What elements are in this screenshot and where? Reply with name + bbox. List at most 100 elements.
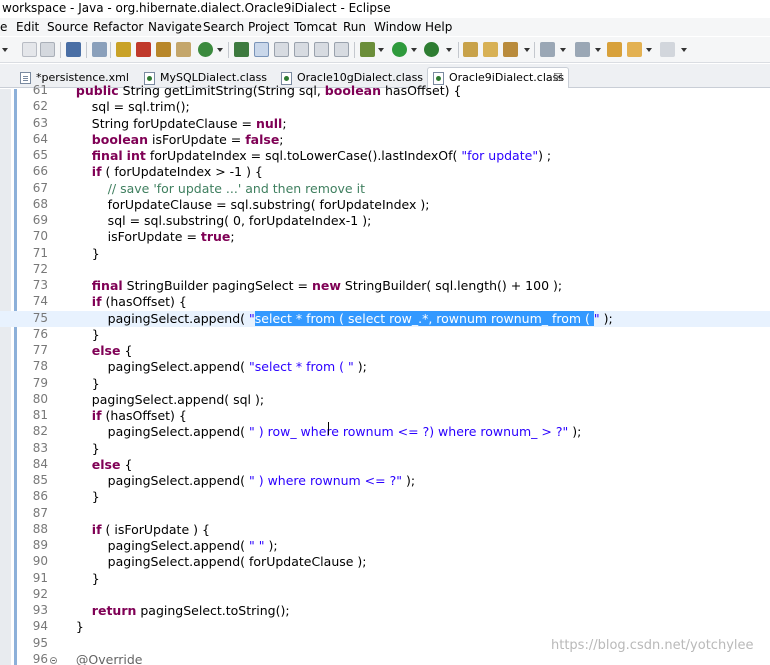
code-line-93[interactable]: 93 return pagingSelect.toString(); — [0, 603, 770, 619]
window-icon[interactable] — [274, 42, 289, 57]
code-line-86[interactable]: 86 } — [0, 489, 770, 505]
line-number: 82 — [32, 424, 48, 439]
open-type-icon[interactable] — [116, 42, 131, 57]
back-icon[interactable] — [627, 42, 642, 57]
code-line-62[interactable]: 62 sql = sql.trim(); — [0, 99, 770, 115]
open-folder-icon[interactable] — [483, 42, 498, 57]
chevron-down-icon[interactable] — [217, 48, 223, 52]
window-titlebar: workspace - Java - org.hibernate.dialect… — [0, 0, 770, 18]
code-line-71[interactable]: 71 } — [0, 246, 770, 262]
code-line-81[interactable]: 81 if (hasOffset) { — [0, 408, 770, 424]
package-icon[interactable] — [176, 42, 191, 57]
code-text: else { — [91, 343, 133, 358]
code-line-82[interactable]: 82 pagingSelect.append( " ) row_ where r… — [0, 424, 770, 440]
code-line-75[interactable]: 75 pagingSelect.append( "select * from (… — [0, 310, 770, 327]
coverage-icon[interactable] — [424, 42, 439, 57]
toolbar-separator — [534, 42, 535, 58]
edit-icon[interactable] — [254, 42, 269, 57]
server-icon[interactable] — [463, 42, 478, 57]
code-line-67[interactable]: 67 // save 'for update ...' and then rem… — [0, 181, 770, 197]
menu-refactor[interactable]: Refactor — [93, 20, 143, 34]
doc-icon[interactable] — [294, 42, 309, 57]
chevron-down-icon[interactable] — [646, 48, 652, 52]
last-edit-icon[interactable] — [607, 42, 622, 57]
page-icon[interactable] — [334, 42, 349, 57]
code-editor[interactable]: 61 public String getLimitString(String s… — [0, 83, 770, 665]
chevron-down-icon[interactable] — [524, 48, 530, 52]
code-text: if ( forUpdateIndex > -1 ) { — [91, 164, 263, 180]
line-number: 93 — [32, 603, 48, 617]
code-line-85[interactable]: 85 pagingSelect.append( " ) where rownum… — [0, 473, 770, 489]
new-icon[interactable] — [22, 42, 37, 57]
code-text: pagingSelect.append( " ) row_ where rown… — [60, 424, 582, 440]
code-line-63[interactable]: 63 String forUpdateClause = null; — [0, 116, 770, 132]
build-icon[interactable] — [156, 42, 171, 57]
menu-tomcat[interactable]: Tomcat — [294, 20, 337, 34]
run-icon[interactable] — [392, 42, 407, 57]
bug-icon[interactable] — [360, 42, 375, 57]
code-line-91[interactable]: 91 } — [0, 571, 770, 587]
chevron-down-icon[interactable] — [681, 48, 687, 52]
tag-icon[interactable] — [234, 42, 249, 57]
refresh-icon[interactable] — [198, 42, 213, 57]
chevron-down-icon[interactable] — [446, 48, 452, 52]
menu-edit[interactable]: Edit — [16, 20, 39, 34]
chevron-down-icon[interactable] — [595, 48, 601, 52]
menu-help[interactable]: Help — [425, 20, 452, 34]
code-text: sql = sql.trim(); — [60, 99, 190, 115]
code-line-76[interactable]: 76 } — [0, 327, 770, 343]
code-line-90[interactable]: 90 pagingSelect.append( forUpdateClause … — [0, 554, 770, 570]
menu-window[interactable]: Window — [374, 20, 421, 34]
chevron-down-icon[interactable] — [560, 48, 566, 52]
forward-icon[interactable] — [660, 42, 675, 57]
prev-annotation-icon[interactable] — [575, 42, 590, 57]
code-line-78[interactable]: 78 pagingSelect.append( "select * from (… — [0, 359, 770, 375]
external-tools-icon[interactable] — [503, 42, 518, 57]
menu-source[interactable]: Source — [47, 20, 88, 34]
code-line-80[interactable]: 80 pagingSelect.append( sql ); — [0, 392, 770, 408]
code-line-72[interactable]: 72 — [0, 262, 770, 278]
menu-run[interactable]: Run — [343, 20, 366, 34]
menu-search[interactable]: Search — [203, 20, 244, 34]
code-line-77[interactable]: 77 else { — [0, 343, 770, 359]
pin-icon[interactable] — [92, 42, 107, 57]
code-line-96[interactable]: 96 @Override — [0, 652, 770, 665]
code-line-84[interactable]: 84 else { — [0, 457, 770, 473]
code-line-65[interactable]: 65 final int forUpdateIndex = sql.toLowe… — [0, 148, 770, 164]
code-line-94[interactable]: 94 } — [0, 619, 770, 635]
code-line-73[interactable]: 73 final StringBuilder pagingSelect = ne… — [0, 278, 770, 294]
code-line-66[interactable]: 66 if ( forUpdateIndex > -1 ) { — [0, 164, 770, 180]
code-line-87[interactable]: 87 — [0, 506, 770, 522]
code-line-89[interactable]: 89 pagingSelect.append( " " ); — [0, 538, 770, 554]
line-number: 61 — [32, 83, 48, 97]
line-number: 65 — [32, 148, 48, 162]
code-text: if (hasOffset) { — [91, 294, 187, 310]
code-line-88[interactable]: 88 if ( isForUpdate ) { — [0, 522, 770, 538]
view-icon[interactable] — [314, 42, 329, 57]
code-line-70[interactable]: 70 isForUpdate = true; — [0, 229, 770, 245]
chevron-down-icon[interactable] — [411, 48, 417, 52]
print-icon[interactable] — [66, 42, 81, 57]
fold-toggle-icon[interactable] — [50, 656, 57, 664]
code-line-69[interactable]: 69 sql = sql.substring( 0, forUpdateInde… — [0, 213, 770, 229]
debug-icon[interactable] — [136, 42, 151, 57]
save-icon[interactable] — [40, 42, 55, 57]
code-text: } — [60, 375, 100, 391]
code-line-64[interactable]: 64 boolean isForUpdate = false; — [0, 132, 770, 148]
line-number: 95 — [32, 635, 48, 650]
code-line-79[interactable]: 79 } — [0, 376, 770, 392]
code-line-68[interactable]: 68 forUpdateClause = sql.substring( forU… — [0, 197, 770, 213]
menu-project[interactable]: Project — [248, 20, 289, 34]
code-line-61[interactable]: 61 public String getLimitString(String s… — [0, 83, 770, 99]
menu-file[interactable]: e — [0, 20, 7, 34]
line-number: 79 — [32, 375, 48, 390]
chevron-down-icon[interactable] — [378, 48, 384, 52]
menu-navigate[interactable]: Navigate — [148, 20, 202, 34]
chevron-down-icon[interactable] — [2, 48, 8, 52]
code-line-83[interactable]: 83 } — [0, 441, 770, 457]
code-line-92[interactable]: 92 — [0, 587, 770, 603]
code-line-74[interactable]: 74 if (hasOffset) { — [0, 294, 770, 310]
next-annotation-icon[interactable] — [540, 42, 555, 57]
code-text: final StringBuilder pagingSelect = new S… — [91, 278, 563, 293]
text-cursor — [328, 422, 329, 435]
